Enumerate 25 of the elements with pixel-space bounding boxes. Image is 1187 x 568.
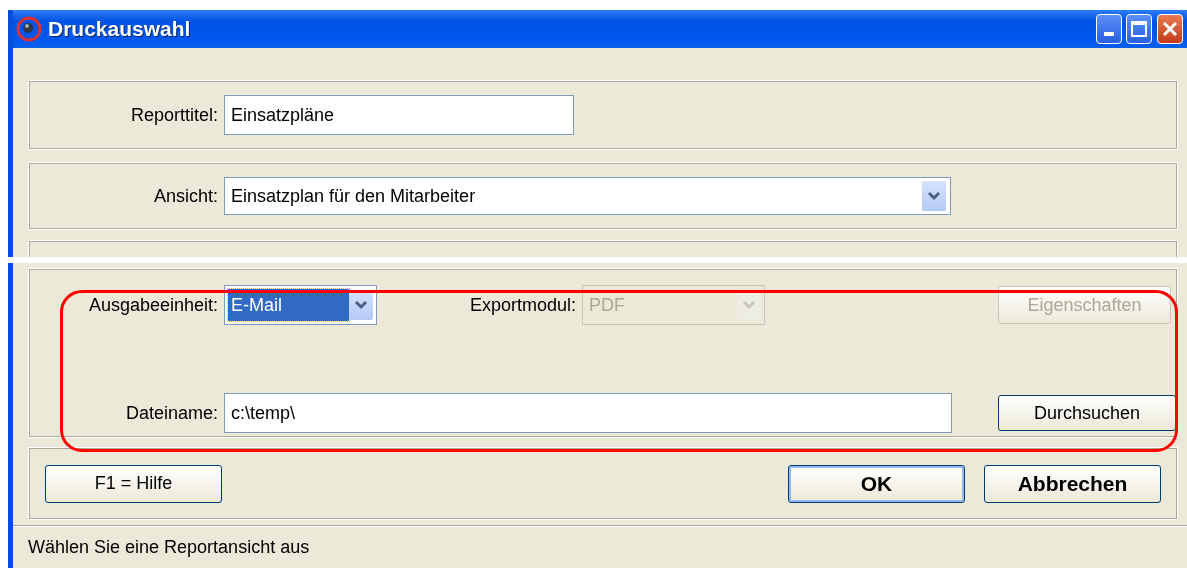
view-dropdown[interactable]: Einsatzplan für den Mitarbeiter [224,177,951,215]
chevron-down-icon [354,300,368,310]
filename-field[interactable]: c:\temp\ [224,393,952,433]
field-label: Dateiname: [124,401,219,425]
maximize-icon [1130,20,1148,38]
report-title-field[interactable]: Einsatzpläne [224,95,574,135]
status-text: Wählen Sie eine Reportansicht aus [28,536,310,559]
app-logo-icon [16,16,42,42]
browse-button[interactable]: Durchsuchen [998,395,1176,431]
field-label: Ansicht: [152,184,219,208]
field-label: Reporttitel: [129,103,219,127]
chevron-down-icon [927,191,941,201]
ok-button[interactable]: OK [788,464,965,503]
close-icon [1160,20,1179,38]
help-button[interactable]: F1 = Hilfe [45,464,222,503]
minimize-button[interactable] [1095,14,1122,44]
cancel-button[interactable]: Abbrechen [984,464,1161,503]
field-label: Ausgabeeinheit: [87,293,219,317]
output-device-dropdown[interactable]: E-Mail [224,285,377,325]
field-label: Exportmodul: [468,293,577,317]
window-title: Druckauswahl [48,16,191,43]
minimize-icon [1103,32,1114,36]
maximize-button[interactable] [1126,14,1152,44]
chevron-down-icon [742,300,756,310]
close-button[interactable] [1156,14,1183,44]
